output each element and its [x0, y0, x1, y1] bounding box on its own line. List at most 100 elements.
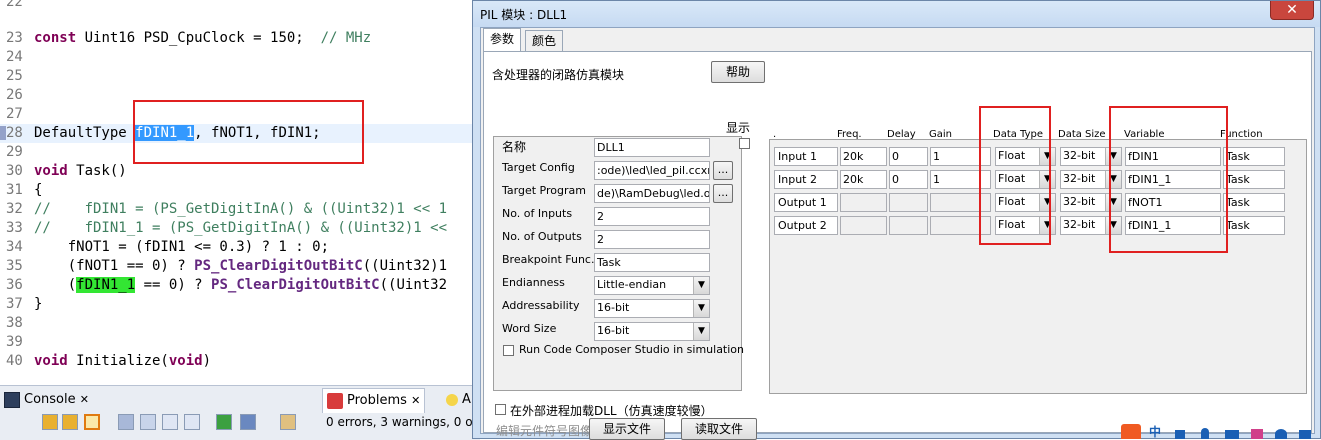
pin-icon[interactable]	[184, 414, 200, 430]
io-row-label: Input 2	[774, 170, 838, 189]
io-row-label: Output 2	[774, 216, 838, 235]
delay-field[interactable]: 0	[889, 147, 928, 166]
tab-console[interactable]: Console ✕	[4, 388, 89, 412]
arrow-up-icon[interactable]	[62, 414, 78, 430]
code-line: 22	[6, 0, 23, 10]
pil-dialog: PIL 模块 : DLL1 ✕ 参数 颜色 含处理器的闭路仿真模块 帮助 显示 …	[472, 0, 1321, 440]
lightbulb-icon	[446, 393, 458, 406]
link-icon[interactable]	[84, 414, 100, 430]
toolbox-icon[interactable]	[1299, 430, 1311, 439]
dialog-title: PIL 模块 : DLL1	[480, 8, 568, 22]
dialog-titlebar[interactable]: PIL 模块 : DLL1 ✕	[473, 1, 1320, 27]
code-line: 40 void Initialize(void)	[6, 353, 212, 369]
clear-console-icon[interactable]	[140, 414, 156, 430]
browse-program-button[interactable]: ...	[713, 184, 733, 203]
chevron-down-icon: ▼	[693, 277, 709, 294]
grid-header: Data Size	[1058, 129, 1106, 140]
code-line: 37}	[6, 296, 43, 312]
grid-header: Delay	[887, 129, 916, 140]
io-row-label: Input 1	[774, 147, 838, 166]
ccs-checkbox[interactable]	[503, 345, 514, 356]
annotation-box-data-type	[979, 106, 1051, 245]
read-file-button[interactable]: 读取文件	[681, 418, 757, 440]
function-field[interactable]: Task	[1223, 147, 1285, 166]
keyboard-icon[interactable]	[1225, 430, 1239, 439]
tab-body: 含处理器的闭路仿真模块 帮助 显示 名称 DLL1 Target Config …	[483, 51, 1312, 440]
code-line: 23 const Uint16 PSD_CpuClock = 150; // MH…	[6, 30, 372, 46]
ime-icon[interactable]	[1121, 424, 1141, 439]
param-label: Target Config	[502, 161, 575, 174]
code-line: 24	[6, 49, 23, 65]
param-label: No. of Outputs	[502, 230, 582, 243]
ime-language-label[interactable]: 中	[1149, 423, 1161, 440]
breakpoint-field[interactable]: Task	[594, 253, 710, 272]
delay-field	[889, 216, 928, 235]
addressability-select[interactable]: 16-bit ▼	[594, 299, 710, 318]
code-line: 31{	[6, 182, 43, 198]
freq-field[interactable]: 20k	[840, 170, 887, 189]
open-console-icon[interactable]	[240, 414, 256, 430]
module-description: 含处理器的闭路仿真模块	[492, 68, 625, 82]
dialog-client: 参数 颜色 含处理器的闭路仿真模块 帮助 显示 名称 DLL1 Target C…	[480, 27, 1315, 440]
function-field[interactable]: Task	[1223, 193, 1285, 212]
io-row-label: Output 1	[774, 193, 838, 212]
delay-field[interactable]: 0	[889, 170, 928, 189]
arrow-down-icon[interactable]	[42, 414, 58, 430]
grid-header: Freq.	[837, 129, 862, 140]
param-label: Endianness	[502, 276, 565, 289]
chevron-down-icon: ▼	[693, 323, 709, 340]
help-button[interactable]: 帮助	[711, 61, 765, 83]
code-editor[interactable]: 22 23 const Uint16 PSD_CpuClock = 150; //…	[0, 0, 480, 385]
show-checkbox[interactable]	[739, 138, 750, 149]
name-field[interactable]: DLL1	[594, 138, 710, 157]
external-dll-checkbox[interactable]	[495, 404, 506, 415]
settings-icon[interactable]	[1275, 429, 1287, 439]
ccs-checkbox-label: Run Code Composer Studio in simulation	[519, 343, 745, 356]
console-icon	[4, 391, 20, 408]
external-dll-label: 在外部进程加载DLL（仿真速度较慢）	[510, 404, 713, 418]
microphone-icon[interactable]	[1201, 428, 1209, 439]
edit-symbol-button[interactable]: 编辑元件符号图像	[496, 422, 592, 439]
tab-colors[interactable]: 颜色	[525, 30, 564, 52]
skin-icon[interactable]	[1251, 429, 1263, 439]
problems-status: 0 errors, 3 warnings, 0 ot	[326, 415, 478, 429]
code-line: 32// fDIN1 = (PS_GetDigitInA() & ((Uint3…	[6, 201, 448, 217]
tab-advice[interactable]: A	[446, 388, 471, 412]
target-program-field[interactable]: de)\RamDebug\led.out	[594, 184, 710, 203]
freq-field[interactable]: 20k	[840, 147, 887, 166]
param-label: Addressability	[502, 299, 580, 312]
close-icon[interactable]: ✕	[411, 394, 420, 407]
param-label: No. of Inputs	[502, 207, 573, 220]
code-line: 36 (fDIN1_1 == 0) ? PS_ClearDigitOutBitC…	[6, 277, 448, 293]
show-file-button[interactable]: 显示文件	[589, 418, 665, 440]
function-field[interactable]: Task	[1223, 170, 1285, 189]
annotation-box-declaration	[133, 100, 364, 164]
word-wrap-icon[interactable]	[162, 414, 178, 430]
chevron-down-icon: ▼	[693, 300, 709, 317]
punctuation-icon[interactable]	[1175, 430, 1185, 439]
inputs-field[interactable]: 2	[594, 207, 710, 226]
close-icon[interactable]: ✕	[80, 393, 89, 406]
browse-config-button[interactable]: ...	[713, 161, 733, 180]
function-field[interactable]: Task	[1223, 216, 1285, 235]
code-line: 33// fDIN1_1 = (PS_GetDigitInA() & ((Uin…	[6, 220, 448, 236]
outputs-field[interactable]: 2	[594, 230, 710, 249]
code-line: 39	[6, 334, 23, 350]
new-console-icon[interactable]	[280, 414, 296, 430]
close-button[interactable]: ✕	[1270, 1, 1314, 20]
code-line: 35 (fNOT1 == 0) ? PS_ClearDigitOutBitC((…	[6, 258, 448, 274]
display-console-icon[interactable]	[216, 414, 232, 430]
tab-parameters[interactable]: 参数	[483, 28, 522, 53]
target-config-field[interactable]: :ode)\led\led_pil.ccxml	[594, 161, 710, 180]
param-label: 名称	[502, 140, 527, 154]
endianness-select[interactable]: Little-endian ▼	[594, 276, 710, 295]
code-line: 38	[6, 315, 23, 331]
tab-problems[interactable]: Problems ✕	[322, 388, 426, 413]
grid-header: .	[773, 129, 777, 140]
system-tray: 中	[1117, 424, 1321, 439]
code-line: 34 fNOT1 = (fDIN1 <= 0.3) ? 1 : 0;	[6, 239, 330, 255]
lock-scroll-icon[interactable]	[118, 414, 134, 430]
param-label: Word Size	[502, 322, 557, 335]
word-size-select[interactable]: 16-bit ▼	[594, 322, 710, 341]
eclipse-view-tabs: Console ✕ Problems ✕ A 0 errors, 3 warni…	[0, 385, 480, 440]
